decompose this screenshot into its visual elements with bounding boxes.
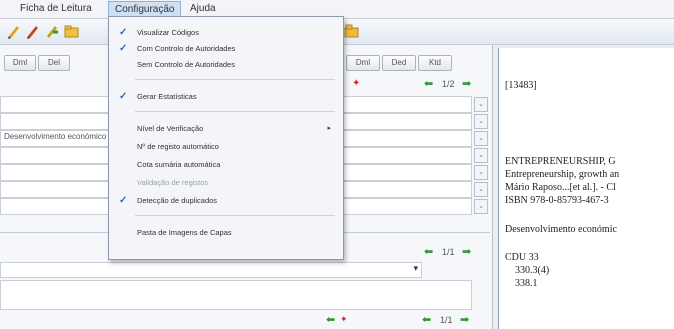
text-area[interactable] — [0, 280, 472, 310]
edit-red-icon[interactable] — [25, 23, 40, 39]
folder-open-icon[interactable] — [344, 23, 359, 39]
record-isbn: ISBN 978-0-85793-467-3 — [505, 195, 609, 206]
record-preview-panel: [13483] ENTREPRENEURSHIP, G Entrepreneur… — [498, 48, 674, 329]
next-arrow-icon[interactable]: ➡ — [460, 313, 469, 326]
menu-item-nivel-verificacao[interactable]: Nível de Verificação ▸ — [109, 121, 343, 137]
record-cdu: CDU 33 — [505, 252, 539, 263]
menu-ajuda[interactable]: Ajuda — [184, 1, 222, 16]
menu-item-deteccao-duplicados[interactable]: ✓ Detecção de duplicados — [109, 193, 343, 209]
menu-item-visualizar-codigos[interactable]: ✓ Visualizar Códigos — [109, 25, 343, 41]
menu-item-pasta-imagens[interactable]: Pasta de Imagens de Capas — [109, 225, 343, 241]
menu-item-cota-sumaria[interactable]: Cota sumária automática — [109, 157, 343, 173]
record-authors: Mário Raposo...[et al.]. - Cl — [505, 182, 616, 193]
scroll-icon[interactable]: ⌄ — [474, 182, 488, 197]
scroll-icon[interactable]: ⌄ — [474, 131, 488, 146]
scroll-icon[interactable]: ⌄ — [474, 97, 488, 112]
next-arrow-icon[interactable]: ➡ — [462, 77, 471, 90]
tab-del[interactable]: Del — [38, 55, 70, 71]
pager-bottom-count: 1/1 — [440, 315, 453, 325]
scroll-icon[interactable]: ⌄ — [474, 114, 488, 129]
configuracao-dropdown-menu: ✓ Visualizar Códigos ✓ Com Controlo de A… — [108, 16, 344, 260]
chevron-down-icon[interactable]: ▾ — [413, 263, 418, 274]
prev-arrow-icon[interactable]: ⬅ — [424, 77, 433, 90]
record-cdu-2: 338.1 — [515, 278, 538, 289]
edit-icon[interactable] — [6, 23, 21, 39]
check-icon: ✓ — [119, 195, 128, 206]
tab-dml-2[interactable]: Dml — [346, 55, 380, 71]
select-box[interactable]: ▾ — [0, 262, 422, 278]
check-icon: ✓ — [119, 27, 128, 38]
scroll-icon[interactable]: ⌄ — [474, 165, 488, 180]
pager-top: ✦ ⬅ 1/2 ➡ — [352, 78, 492, 92]
menu-divider — [135, 215, 335, 216]
record-subject: Desenvolvimento económic — [505, 224, 617, 235]
tab-dml[interactable]: Dml — [4, 55, 36, 71]
menu-configuracao[interactable]: Configuração — [108, 1, 182, 17]
pager-top-count: 1/2 — [442, 79, 455, 89]
menu-ficha-leitura[interactable]: Ficha de Leitura — [14, 1, 98, 16]
check-icon: ✓ — [119, 43, 128, 54]
menu-item-gerar-estatisticas[interactable]: ✓ Gerar Estatísticas — [109, 89, 343, 105]
record-cdu-1: 330.3(4) — [515, 265, 550, 276]
field-subject-text: Desenvolvimento económico — [4, 132, 107, 141]
flag-icon: ✦ — [352, 78, 361, 89]
prev-arrow-icon[interactable]: ⬅ — [424, 245, 433, 258]
pager-bottom: ⬅ ✦ ⬅ 1/1 ➡ — [326, 314, 486, 328]
menu-item-sem-controlo[interactable]: Sem Controlo de Autoridades — [109, 57, 343, 73]
flag-icon: ✦ — [340, 314, 348, 324]
menu-item-com-controlo[interactable]: ✓ Com Controlo de Autoridades — [109, 41, 343, 57]
tab-ktd[interactable]: Ktd — [418, 55, 452, 71]
back-arrow-icon[interactable]: ⬅ — [326, 313, 335, 326]
next-arrow-icon[interactable]: ➡ — [462, 245, 471, 258]
record-subtitle: Entrepreneurship, growth an — [505, 169, 620, 180]
pager-mid: ⬅ 1/1 ➡ — [420, 246, 490, 260]
menu-divider — [135, 111, 335, 112]
record-id: [13483] — [505, 80, 537, 91]
pager-mid-count: 1/1 — [442, 247, 455, 257]
menu-divider — [135, 79, 335, 80]
prev-arrow-icon[interactable]: ⬅ — [422, 313, 431, 326]
record-title: ENTREPRENEURSHIP, G — [505, 156, 616, 167]
submenu-arrow-icon: ▸ — [327, 125, 331, 132]
scroll-icon[interactable]: ⌄ — [474, 148, 488, 163]
folder-icon[interactable] — [64, 23, 79, 39]
menu-item-num-registo[interactable]: Nº de registo automático — [109, 139, 343, 155]
tab-ded[interactable]: Ded — [382, 55, 416, 71]
check-icon: ✓ — [119, 91, 128, 102]
menu-item-validacao-registos: Validação de registos — [137, 178, 209, 187]
edit-green-icon[interactable] — [44, 23, 59, 39]
scroll-icon[interactable]: ⌄ — [474, 199, 488, 214]
